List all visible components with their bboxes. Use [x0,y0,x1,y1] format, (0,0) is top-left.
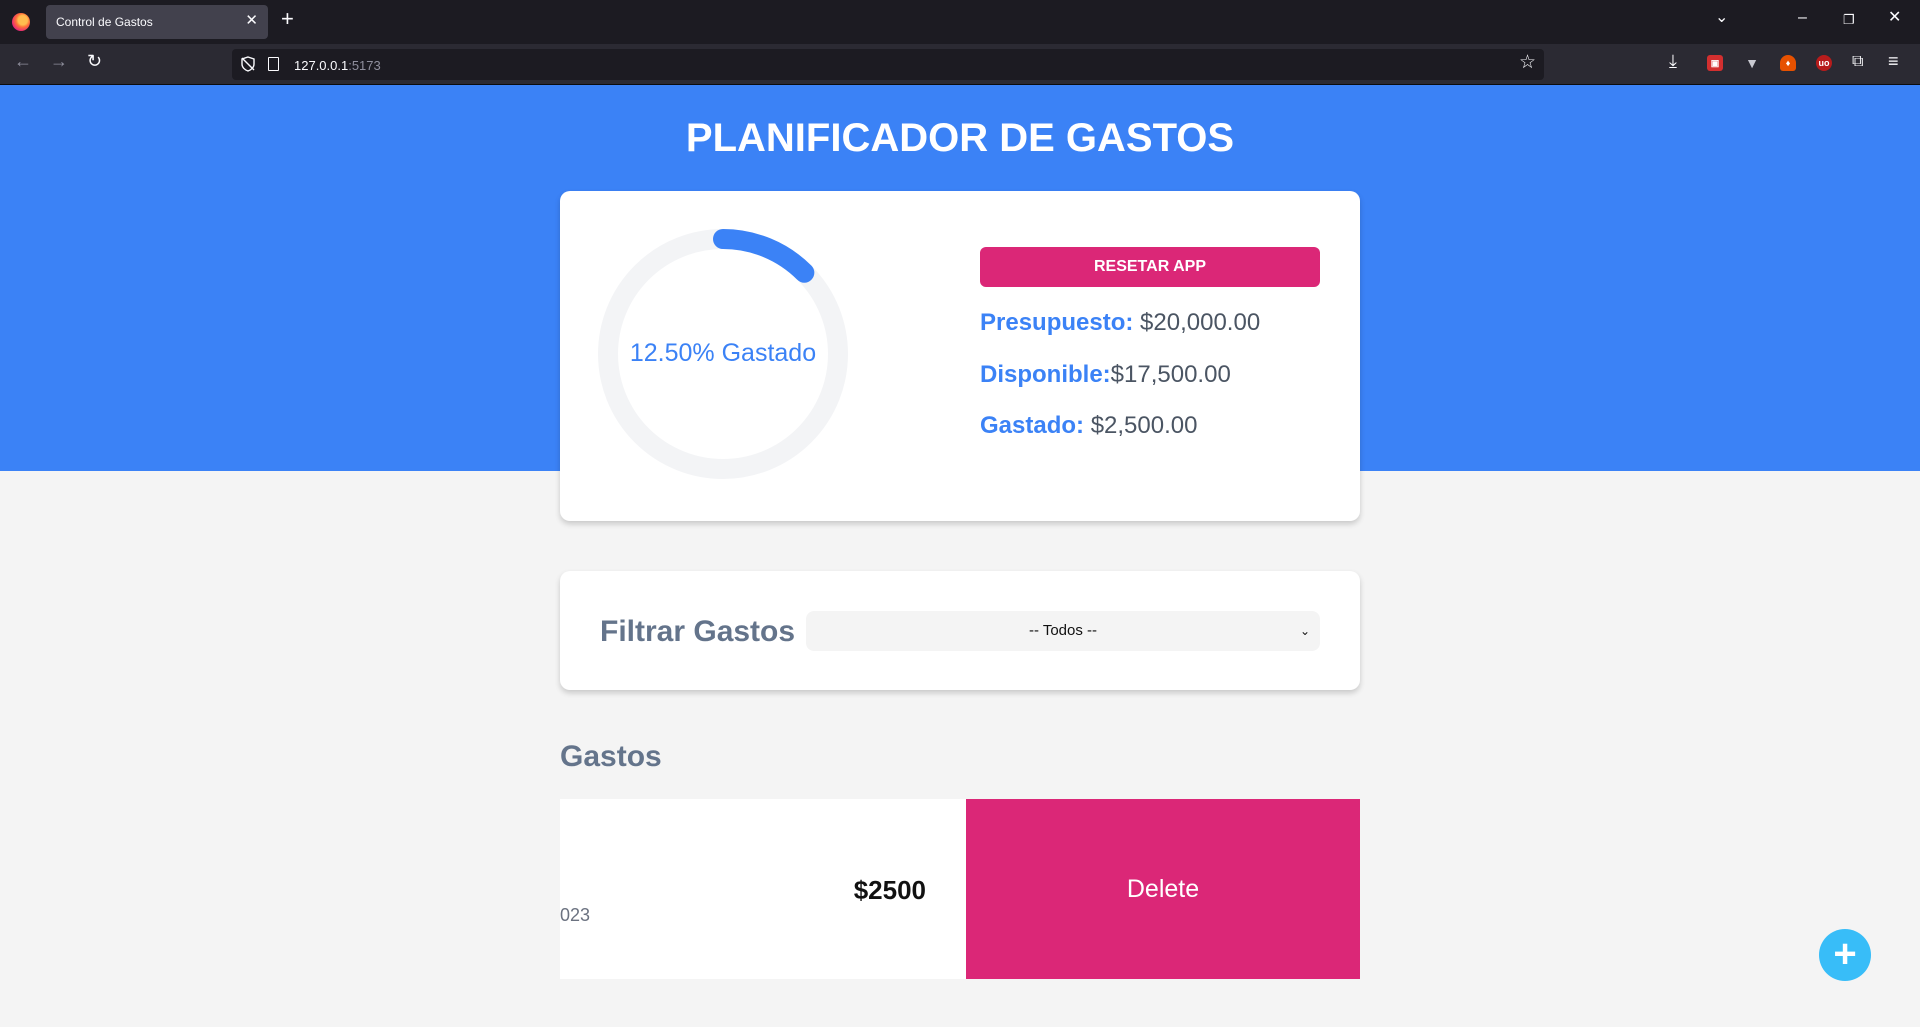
expenses-title: Gastos [560,740,662,773]
expense-list: 023 $2500 Delete [560,799,1360,979]
filter-label: Filtrar Gastos [600,615,796,648]
expense-item[interactable]: 023 $2500 [560,799,966,979]
reset-app-button[interactable]: RESETAR APP [980,247,1320,287]
budget-available-value: $17,500.00 [1110,361,1231,388]
minimize-icon[interactable]: – [1798,10,1807,26]
restore-icon[interactable]: ❐ [1843,13,1855,26]
url-host: 127.0.0.1 [294,58,349,73]
budget-total-value: $20,000.00 [1140,309,1261,336]
category-filter-select[interactable]: -- Todos -- ⌄ [806,611,1320,651]
url-text[interactable]: 127.0.0.1:5173 [294,58,381,73]
list-tabs-chevron-icon[interactable]: ⌄ [1715,10,1728,26]
add-expense-button[interactable]: + [1819,929,1871,981]
tab-title: Control de Gastos [56,15,153,29]
hamburger-menu-icon[interactable]: ≡ [1888,52,1899,70]
new-tab-icon[interactable]: + [281,8,294,30]
budget-card: 12.50% Gastado RESETAR APP Presupuesto: … [560,191,1360,521]
window-close-icon[interactable]: ✕ [1888,10,1901,26]
back-icon[interactable]: ← [14,52,32,70]
forward-icon[interactable]: → [50,52,68,70]
extensions-puzzle-icon[interactable]: ⧉ [1852,54,1863,70]
expense-amount: $2500 [853,875,926,905]
extension-orange-icon[interactable]: ♦ [1780,55,1796,71]
url-bar[interactable]: 127.0.0.1:5173 ☆ [232,49,1544,80]
firefox-icon[interactable] [12,13,30,31]
percent-spent-label: 12.50% Gastado [629,339,817,367]
budget-total-label: Presupuesto: [980,309,1134,336]
close-tab-icon[interactable]: ✕ [245,13,258,28]
browser-tab-bar: Control de Gastos ✕ + ⌄ – ❐ ✕ [0,0,1920,44]
url-port: :5173 [348,58,381,73]
budget-spent-label: Gastado: [980,412,1085,439]
browser-nav-bar: ← → ↻ 127.0.0.1:5173 ☆ ⤓ ▣ ▼ ♦ uo ⧉ ≡ [0,44,1920,85]
tracking-shield-icon[interactable] [240,56,256,72]
delete-expense-button[interactable]: Delete [966,799,1360,979]
bookmark-star-icon[interactable]: ☆ [1519,53,1536,72]
downloads-icon[interactable]: ⤓ [1669,52,1677,70]
expense-date: 023 [560,905,591,925]
reload-icon[interactable]: ↻ [87,52,102,70]
app-title: PLANIFICADOR DE GASTOS [685,116,1235,160]
extension-v-icon[interactable]: ▼ [1744,55,1760,71]
extension-red-icon[interactable]: ▣ [1707,55,1723,71]
filter-selected-value: -- Todos -- [1028,622,1098,639]
chevron-down-icon: ⌄ [1299,624,1310,638]
budget-spent-value: $2,500.00 [1090,412,1198,439]
browser-tab[interactable]: Control de Gastos ✕ [46,5,268,39]
budget-available-label: Disponible: [980,361,1111,388]
ublock-icon[interactable]: uo [1816,55,1832,71]
page-info-icon[interactable] [268,57,279,71]
budget-spent: Gastado: $2,500.00 [980,412,1197,440]
filter-card: Filtrar Gastos -- Todos -- ⌄ [560,571,1360,690]
budget-available: Disponible:$17,500.00 [980,361,1231,389]
budget-total: Presupuesto: $20,000.00 [980,309,1260,337]
